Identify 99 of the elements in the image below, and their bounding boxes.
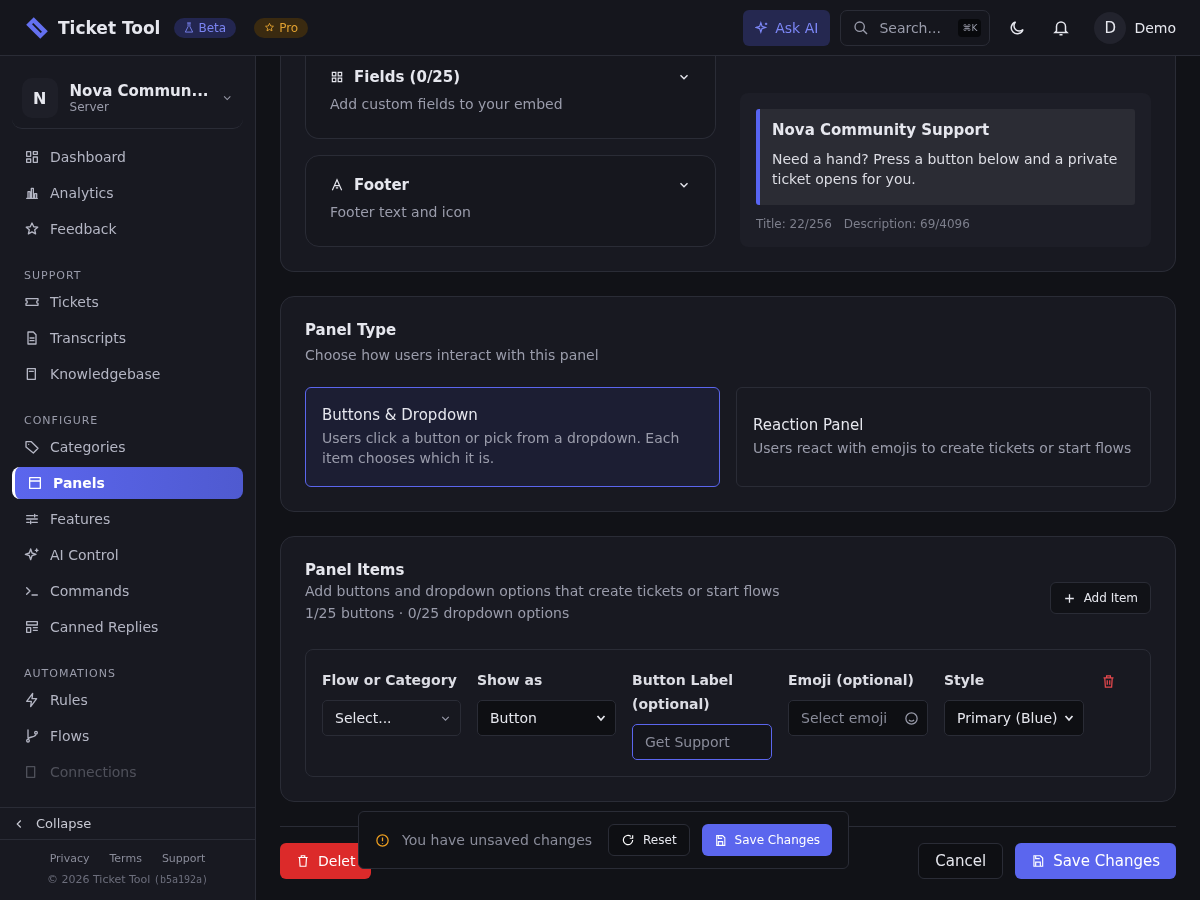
warning-icon: [375, 832, 390, 848]
ticket-icon: [24, 14, 50, 41]
user-avatar[interactable]: D: [1094, 11, 1127, 44]
card-description: Choose how users interact with this panel: [305, 346, 600, 365]
label-input[interactable]: Get Support: [632, 724, 772, 760]
flask-icon: [184, 22, 195, 33]
footer-link[interactable]: Privacy: [49, 852, 90, 865]
nav-item[interactable]: Features: [12, 503, 243, 535]
save-button[interactable]: Save Changes: [1015, 843, 1176, 879]
field-label: Emoji (optional): [788, 671, 915, 690]
option-description: Users click a button or pick from a dropdown. Each item chooses which it is.: [322, 429, 681, 468]
nav-item[interactable]: Rules: [12, 684, 243, 716]
search-icon: [853, 19, 870, 36]
section-title: Fields (0/25): [354, 68, 462, 86]
ask-ai-button[interactable]: Ask AI: [743, 9, 831, 46]
field-label: Flow or Category: [322, 671, 458, 690]
embed-description: Need a hand? Press a button below and a private ticket opens for you.: [772, 150, 1119, 189]
nav-item[interactable]: Canned Replies: [12, 611, 243, 643]
field-label: Button Label (optional): [632, 671, 735, 714]
option-description: Users react with emojis to create tickets or start flows: [753, 439, 1133, 458]
category-dropdown[interactable]: Select...: [322, 700, 461, 736]
cancel-button[interactable]: Cancel: [918, 843, 1004, 879]
option-title: Buttons & Dropdown: [322, 406, 479, 424]
accordion-section[interactable]: Fields (0/25) Add custom fields to your embed: [305, 56, 716, 139]
smiley-icon[interactable]: [904, 710, 919, 726]
card-description: Add buttons and dropdown options that create tickets or start flows: [305, 582, 780, 601]
copyright-text: © 2026 Ticket Tool: [46, 873, 151, 886]
refresh-icon: [621, 833, 636, 847]
field-label: Style: [944, 671, 986, 690]
item-count: 1/25 buttons · 0/25 dropdown options: [305, 604, 571, 623]
nav-item[interactable]: Tickets: [12, 286, 243, 318]
nav-item[interactable]: Transcripts: [12, 322, 243, 354]
reset-button[interactable]: Reset: [608, 824, 690, 856]
panel-type-option[interactable]: Buttons & Dropdown Users click a button or pick from a dropdown. Each item chooses which it is.: [305, 387, 720, 487]
unsaved-message: You have unsaved changes: [402, 832, 593, 848]
option-title: Reaction Panel: [753, 416, 865, 434]
footer-link[interactable]: Terms: [109, 852, 142, 865]
nav-item[interactable]: Dashboard: [12, 141, 243, 173]
app-name: Ticket Tool: [58, 17, 161, 38]
accordion-section[interactable]: Footer Footer text and icon: [305, 155, 716, 247]
layout-icon: [24, 619, 40, 635]
nav-item[interactable]: Commands: [12, 575, 243, 607]
nav-item[interactable]: Feedback: [12, 213, 243, 245]
section-description: Add custom fields to your embed: [330, 95, 564, 114]
section-title: Footer: [354, 176, 410, 194]
grid-icon: [24, 149, 40, 165]
section-description: Footer text and icon: [330, 203, 472, 222]
server-name: Nova Commun...: [69, 82, 209, 100]
bell-icon[interactable]: [1052, 18, 1071, 37]
section-heading: SUPPORT: [23, 268, 83, 284]
section-heading: CONFIGURE: [23, 413, 100, 429]
add-item-button[interactable]: Add Item: [1049, 582, 1151, 614]
branch-icon: [24, 728, 40, 744]
star-icon: [264, 22, 276, 33]
lightning-icon: [24, 692, 40, 708]
trash-icon: [296, 854, 310, 868]
server-subtitle: Server: [69, 100, 110, 114]
save-icon: [1031, 854, 1046, 868]
server-avatar: N: [22, 78, 58, 118]
style-dropdown[interactable]: Primary (Blue): [944, 700, 1084, 736]
user-name: Demo: [1134, 19, 1176, 36]
text-icon: [330, 178, 344, 192]
display-type-dropdown[interactable]: Button: [477, 700, 616, 736]
shortcut-hint: ⌘K: [958, 18, 982, 37]
nav-item[interactable]: Knowledgebase: [12, 358, 243, 390]
tag-icon: [24, 439, 40, 455]
save-button[interactable]: Save Changes: [701, 824, 833, 856]
window-icon: [27, 475, 43, 491]
grid-icon: [330, 70, 344, 84]
character-count: Description: 69/4096: [843, 217, 970, 231]
field-label: Show as: [477, 671, 544, 690]
collapse-button[interactable]: Collapse: [0, 807, 255, 840]
document-icon: [24, 330, 40, 346]
sliders-icon: [24, 511, 40, 527]
build-hash: (b5a192a): [153, 874, 209, 885]
nav-item[interactable]: AI Control: [12, 539, 243, 571]
sparkle-icon: [755, 20, 770, 35]
delete-icon[interactable]: [1101, 674, 1116, 689]
section-heading: AUTOMATIONS: [23, 666, 117, 682]
search-field[interactable]: Search...: [877, 18, 951, 37]
card-title: Panel Items: [305, 561, 406, 579]
star-icon: [24, 221, 40, 237]
nav-item[interactable]: Flows: [12, 720, 243, 752]
emoji-picker[interactable]: Select emoji: [788, 700, 928, 736]
embed-title: Nova Community Support: [772, 121, 991, 139]
nav-item[interactable]: Panels: [12, 467, 243, 499]
plus-icon: [1062, 591, 1076, 605]
nav-item[interactable]: Analytics: [12, 177, 243, 209]
sparkle-icon: [24, 547, 40, 563]
status-badge: Beta: [174, 17, 237, 38]
bar-chart-icon: [24, 185, 40, 201]
panel-type-option[interactable]: Reaction Panel Users react with emojis to create tickets or start flows: [736, 387, 1151, 487]
character-count: Title: 22/256: [756, 217, 832, 231]
status-badge: Pro: [254, 17, 309, 38]
nav-item[interactable]: Categories: [12, 431, 243, 463]
card-title: Panel Type: [305, 321, 398, 339]
footer-link[interactable]: Support: [161, 852, 206, 865]
save-icon: [713, 833, 727, 847]
server-switcher[interactable]: N Nova Commun... Server: [12, 68, 243, 129]
